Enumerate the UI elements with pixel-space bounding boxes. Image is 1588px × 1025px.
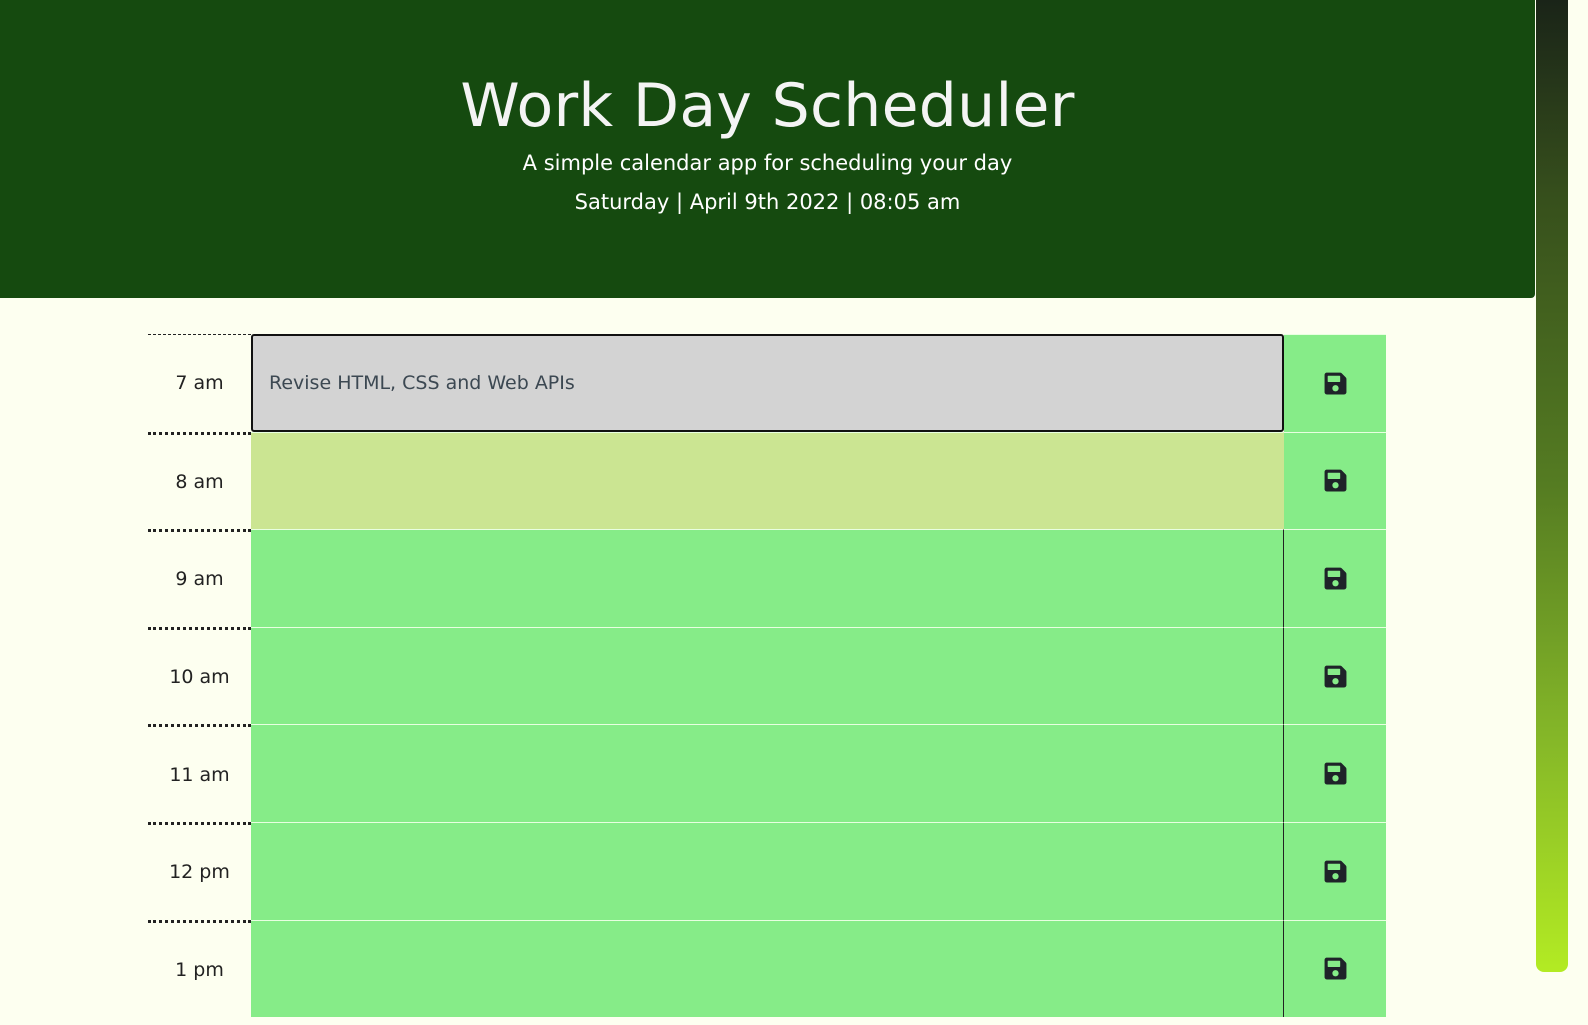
save-button[interactable] — [1284, 724, 1386, 822]
floppy-disk-icon — [1324, 762, 1346, 785]
task-description-block[interactable] — [251, 919, 1284, 1018]
task-description-block[interactable] — [251, 529, 1284, 627]
floppy-disk-icon — [1324, 957, 1346, 980]
floppy-disk-icon — [1324, 469, 1346, 492]
task-description-block[interactable]: Revise HTML, CSS and Web APIs — [251, 334, 1284, 432]
hour-label: 9 am — [148, 529, 251, 627]
task-description-block[interactable] — [251, 821, 1284, 920]
task-description-input[interactable] — [251, 627, 1283, 725]
floppy-disk-icon — [1324, 665, 1346, 688]
jumbotron-header: Work Day Scheduler A simple calendar app… — [0, 0, 1535, 298]
task-description-input[interactable] — [251, 822, 1283, 920]
floppy-disk-icon — [1324, 372, 1346, 395]
hour-label: 11 am — [148, 724, 251, 822]
task-description-input[interactable] — [251, 432, 1283, 530]
time-block-row-1: 8 am — [148, 431, 1386, 530]
task-description-input[interactable]: Revise HTML, CSS and Web APIs — [253, 336, 1282, 430]
time-block-row-3: 10 am — [148, 626, 1386, 725]
current-day-display: Saturday | April 9th 2022 | 08:05 am — [574, 190, 961, 214]
time-block-row-2: 9 am — [148, 529, 1386, 627]
page: Work Day Scheduler A simple calendar app… — [0, 0, 1588, 1025]
hour-label: 12 pm — [148, 821, 251, 920]
save-button[interactable] — [1284, 626, 1386, 725]
page-title: Work Day Scheduler — [460, 71, 1075, 141]
time-block-row-0: 7 am Revise HTML, CSS and Web APIs — [148, 334, 1386, 432]
hour-label: 8 am — [148, 431, 251, 530]
scrollbar-thumb[interactable] — [1536, 0, 1568, 972]
task-description-block[interactable] — [251, 626, 1284, 725]
floppy-disk-icon — [1324, 860, 1346, 883]
save-button[interactable] — [1284, 529, 1386, 627]
task-description-block[interactable] — [251, 431, 1284, 530]
hour-label: 7 am — [148, 334, 251, 432]
task-description-input[interactable] — [251, 920, 1283, 1018]
task-description-input[interactable] — [251, 725, 1283, 822]
time-block-row-5: 12 pm — [148, 821, 1386, 920]
save-button[interactable] — [1284, 821, 1386, 920]
hour-label: 1 pm — [148, 919, 251, 1018]
save-button[interactable] — [1284, 334, 1386, 432]
page-subtitle: A simple calendar app for scheduling you… — [522, 151, 1013, 175]
time-block-row-6: 1 pm — [148, 919, 1386, 1018]
time-block-row-4: 11 am — [148, 724, 1386, 822]
save-button[interactable] — [1284, 431, 1386, 530]
task-description-block[interactable] — [251, 724, 1284, 822]
hour-label: 10 am — [148, 626, 251, 725]
task-description-input[interactable] — [251, 530, 1283, 627]
floppy-disk-icon — [1324, 567, 1346, 590]
save-button[interactable] — [1284, 919, 1386, 1018]
time-block-container: 7 am Revise HTML, CSS and Web APIs 8 am … — [148, 334, 1386, 1018]
